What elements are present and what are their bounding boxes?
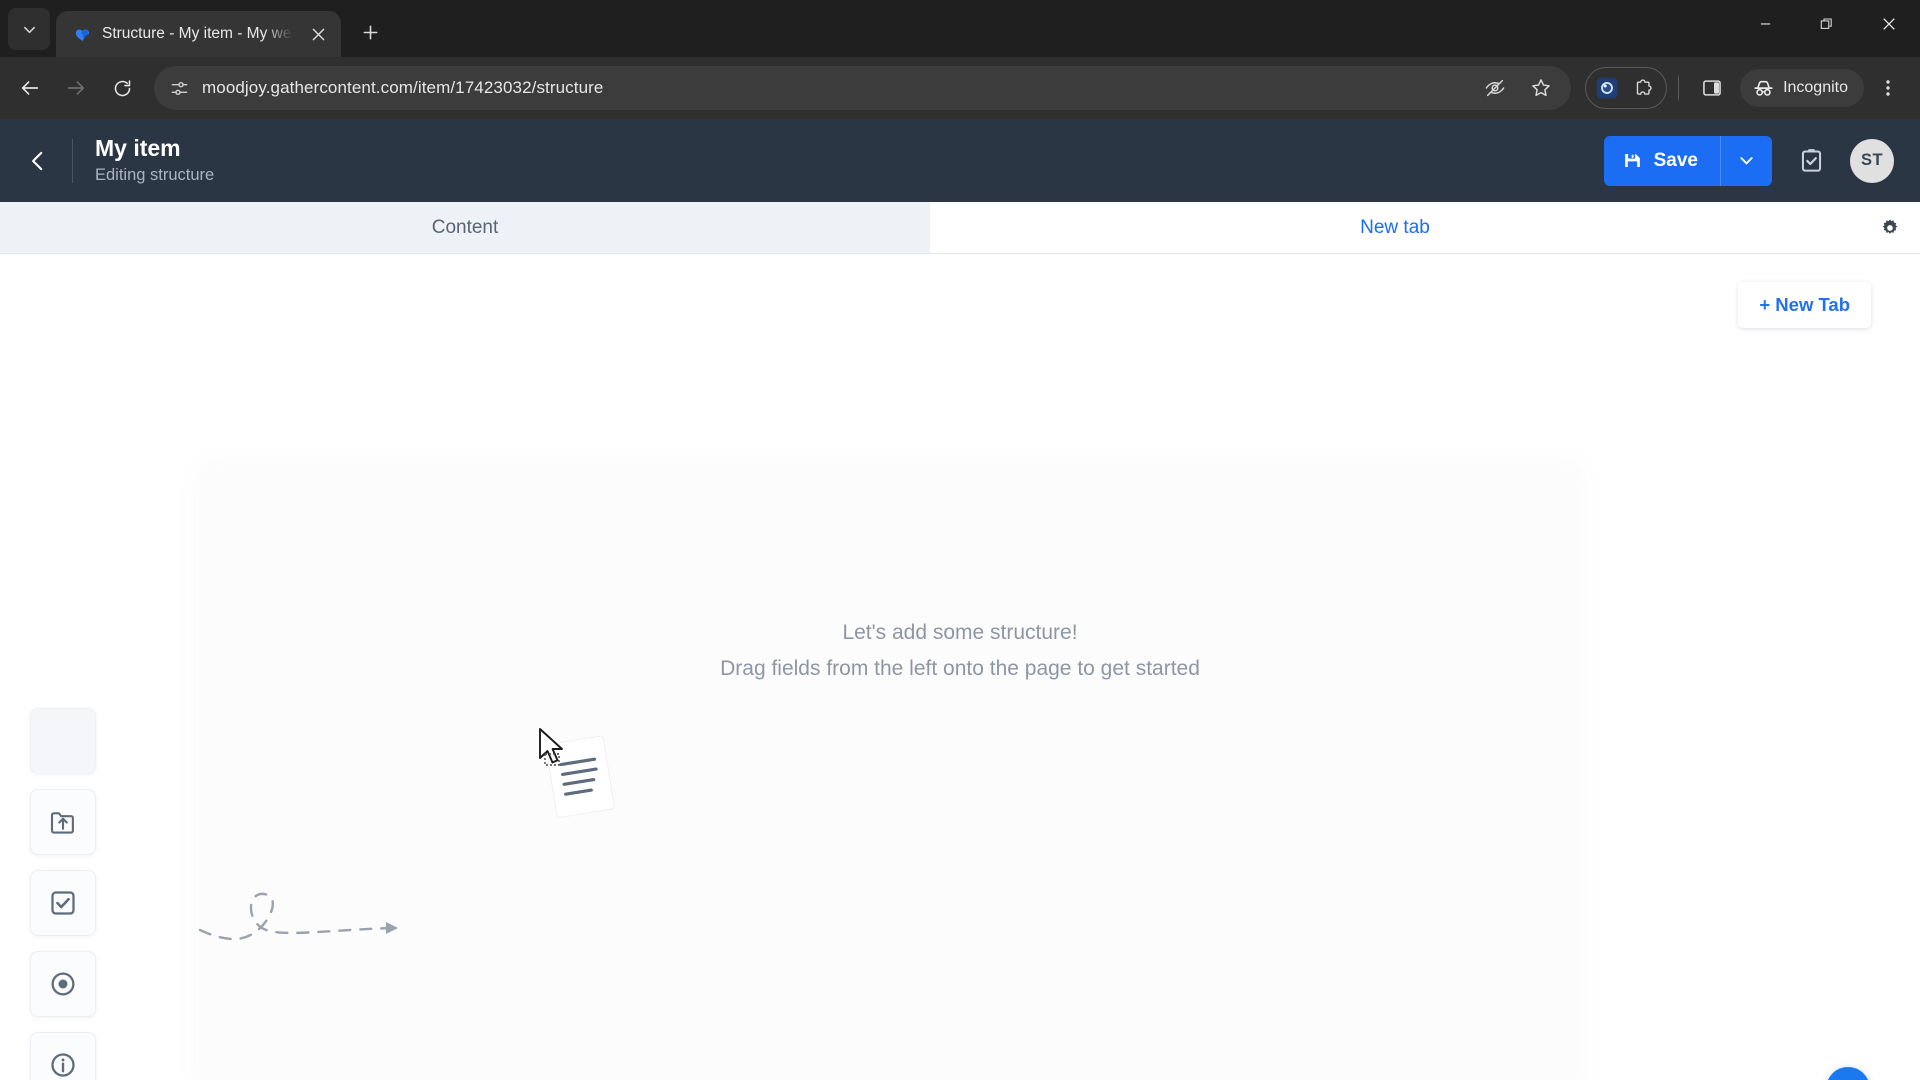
minimize-button[interactable] <box>1734 0 1796 47</box>
split-view-button[interactable] <box>1690 66 1734 110</box>
tracking-protection-button[interactable] <box>1473 66 1517 110</box>
gathercontent-heart-icon <box>72 24 92 44</box>
tab-new-tab[interactable]: New tab <box>930 202 1860 253</box>
gathercontent-app: My item Editing structure Save ST Conten… <box>0 119 1920 1080</box>
checkbox-checked-icon <box>51 891 75 915</box>
header-actions: Save ST <box>1603 135 1894 186</box>
back-button[interactable] <box>8 66 52 110</box>
help-button[interactable]: ? <box>1826 1067 1870 1080</box>
extensions-puzzle-icon[interactable] <box>1627 70 1663 106</box>
header-titles: My item Editing structure <box>95 134 1604 186</box>
site-settings-icon[interactable] <box>160 69 198 107</box>
extension-puzzle-blue-icon[interactable] <box>1589 70 1625 106</box>
app-back-button[interactable] <box>14 137 62 185</box>
clipboard-check-icon <box>1801 149 1821 172</box>
window-close-icon <box>1883 17 1895 30</box>
new-browser-tab-button[interactable] <box>353 15 387 49</box>
structure-canvas: + New Tab Let's add some structure! Drag… <box>0 254 1920 1080</box>
address-bar[interactable]: moodjoy.gathercontent.com/item/17423032/… <box>154 66 1572 110</box>
new-structure-tab-button[interactable]: + New Tab <box>1738 282 1871 328</box>
tab-search-button[interactable] <box>8 8 50 50</box>
toolbar-divider <box>1678 76 1680 100</box>
plus-icon <box>363 25 377 39</box>
header-divider <box>72 138 73 183</box>
star-icon <box>1532 79 1550 97</box>
address-bar-url: moodjoy.gathercontent.com/item/17423032/… <box>202 78 604 97</box>
chevron-down-icon <box>1740 157 1753 165</box>
close-window-button[interactable] <box>1858 0 1920 47</box>
window-controls <box>1734 0 1920 47</box>
arrow-right-icon <box>67 81 85 95</box>
arrow-left-icon <box>21 81 39 95</box>
save-button-group: Save <box>1603 135 1772 186</box>
field-palette-item-text[interactable] <box>30 708 96 774</box>
extensions-group <box>1585 67 1668 109</box>
chevron-left-icon <box>32 151 43 170</box>
browser-tab-close-button[interactable] <box>305 21 331 47</box>
browser-window: Structure - My item - My websi moodjoy.g… <box>0 0 1920 1080</box>
user-avatar[interactable]: ST <box>1850 138 1894 183</box>
app-header: My item Editing structure Save ST <box>0 119 1920 202</box>
browser-menu-button[interactable] <box>1866 66 1910 110</box>
info-circle-icon <box>51 1053 75 1077</box>
browser-tab[interactable]: Structure - My item - My websi <box>56 11 341 57</box>
incognito-indicator[interactable]: Incognito <box>1740 69 1864 107</box>
gear-icon <box>1882 218 1898 234</box>
folder-upload-icon <box>50 812 74 834</box>
chevron-down-icon <box>23 26 35 33</box>
radio-button-icon <box>51 972 75 996</box>
tab-new-tab-label: New tab <box>1360 216 1430 238</box>
restore-window-icon <box>1820 17 1832 29</box>
field-palette-item-guidelines[interactable] <box>30 1032 96 1080</box>
tab-settings-button[interactable] <box>1860 202 1920 253</box>
tab-content-label: Content <box>431 216 499 238</box>
field-palette <box>30 708 96 1080</box>
incognito-label: Incognito <box>1783 79 1848 96</box>
field-palette-item-radio[interactable] <box>30 951 96 1017</box>
reload-icon <box>114 79 130 96</box>
floppy-disk-icon <box>1624 154 1640 167</box>
minimize-icon <box>1760 23 1770 25</box>
eye-slash-icon <box>1485 79 1505 97</box>
tab-content[interactable]: Content <box>0 202 930 253</box>
field-palette-item-checkbox[interactable] <box>30 870 96 936</box>
browser-toolbar: moodjoy.gathercontent.com/item/17423032/… <box>0 57 1920 119</box>
browser-tab-title: Structure - My item - My websi <box>102 25 295 42</box>
incognito-hat-icon <box>1754 80 1773 96</box>
save-options-button[interactable] <box>1720 135 1772 186</box>
tasks-button[interactable] <box>1790 140 1832 182</box>
forward-button[interactable] <box>54 66 98 110</box>
browser-tab-strip: Structure - My item - My websi <box>0 0 1920 57</box>
close-icon <box>312 28 324 40</box>
bookmark-button[interactable] <box>1519 66 1563 110</box>
side-panel-icon <box>1703 80 1721 96</box>
save-button-label: Save <box>1653 149 1698 171</box>
address-bar-actions <box>1473 66 1563 110</box>
structure-page-panel[interactable] <box>200 465 1580 1080</box>
restore-button[interactable] <box>1796 0 1858 47</box>
structure-tabs-bar: Content New tab <box>0 202 1920 254</box>
page-title: My item <box>95 135 181 162</box>
save-button[interactable]: Save <box>1603 135 1720 186</box>
page-subtitle: Editing structure <box>95 166 215 185</box>
reload-button[interactable] <box>100 66 144 110</box>
three-dot-menu-icon <box>1886 80 1890 96</box>
field-palette-item-attachment[interactable] <box>30 789 96 855</box>
new-structure-tab-wrapper: + New Tab <box>1738 282 1871 328</box>
